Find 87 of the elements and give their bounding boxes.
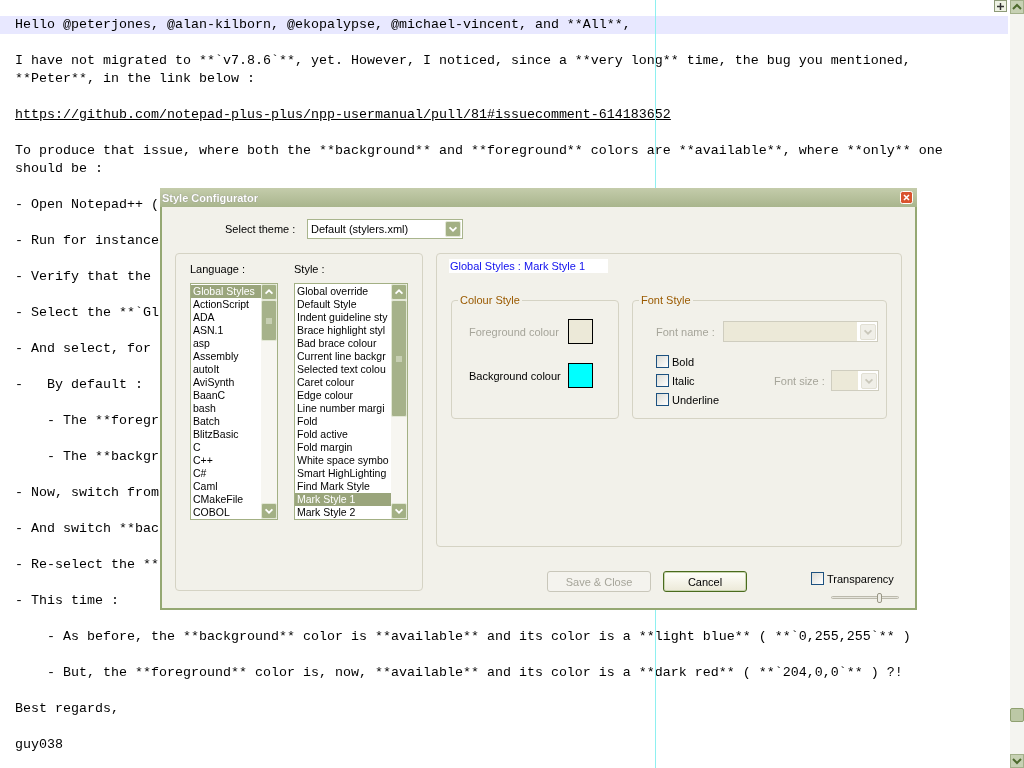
colour-label: Background colour: [469, 369, 562, 382]
slider-thumb[interactable]: [876, 593, 882, 603]
window-title: Style Configurator: [162, 191, 258, 204]
list-item[interactable]: Fold: [295, 415, 391, 428]
list-item[interactable]: Bad brace colour: [295, 337, 391, 350]
list-item[interactable]: Caml: [191, 480, 261, 493]
scroll-thumb[interactable]: [1010, 708, 1024, 722]
list-item[interactable]: Line number margi: [295, 402, 391, 415]
text-line: - And select, for: [14, 340, 151, 358]
text-line: - Open Notepad++ (: [14, 196, 159, 214]
list-item[interactable]: Fold margin: [295, 441, 391, 454]
list-item[interactable]: Brace highlight styl: [295, 324, 391, 337]
text-line: To produce that issue, where both the **background** and **foreground** colors are **available**, where **only** one: [14, 142, 943, 160]
list-item[interactable]: CMakeFile: [191, 493, 261, 506]
list-item[interactable]: Mark Style 2: [295, 506, 391, 519]
text-line: - The **backgr: [46, 448, 159, 466]
checkbox[interactable]: [656, 355, 669, 368]
close-icon[interactable]: [900, 191, 913, 204]
text-line: I have not migrated to **`v7.8.6`**, yet. However, I noticed, since a **very long** time, the bug you mentioned,: [14, 52, 911, 70]
list-item[interactable]: autoIt: [191, 363, 261, 376]
checkbox[interactable]: [656, 393, 669, 406]
list-item[interactable]: BaanC: [191, 389, 261, 402]
checkbox[interactable]: [656, 374, 669, 387]
list-box[interactable]: [294, 283, 408, 520]
list-item[interactable]: bash: [191, 402, 261, 415]
text-line: - The **foregr: [46, 412, 159, 430]
scrollbar[interactable]: [1010, 0, 1024, 768]
list-item[interactable]: C: [191, 441, 261, 454]
checkbox[interactable]: [811, 572, 824, 585]
list-item[interactable]: Global override: [295, 285, 391, 298]
list-item[interactable]: Fold active: [295, 428, 391, 441]
style-title: Global Styles : Mark Style 1: [449, 259, 608, 273]
text-line: Best regards,: [14, 700, 119, 718]
text-line: **Peter**, in the link below :: [14, 70, 255, 88]
list-box[interactable]: Global Styles ActionScript ADA ASN.1 asp Assembly autoIt AviSynth BaanC bash Batch BlitzBasic C C++ C# Caml CMakeFile COBOL: [190, 283, 278, 520]
checkbox-label: Bold: [672, 355, 695, 368]
text-line: - But, the **foreground** color is, now, **available** and its color is a **dark red** ( **`204,0,0`** ) ?!: [46, 664, 903, 682]
list-item[interactable]: asp: [191, 337, 261, 350]
dropdown-value: Default (stylers.xml): [310, 223, 410, 235]
plus-button[interactable]: [994, 0, 1007, 12]
text-line: should be :: [14, 160, 103, 178]
list-item[interactable]: Assembly: [191, 350, 261, 363]
text-line: - By default :: [14, 376, 143, 394]
group-title: Colour Style: [458, 294, 522, 306]
list-item[interactable]: AviSynth: [191, 376, 261, 389]
text-line: - Select the **`Gl: [14, 304, 159, 322]
list-label: Style :: [294, 263, 326, 277]
list-item[interactable]: ADA: [191, 311, 261, 324]
link[interactable]: https://github.com/notepad-plus-plus/npp-usermanual/pull/81#issuecomment-614183652: [0, 106, 671, 124]
list-item[interactable]: Indent guideline sty: [295, 311, 391, 324]
colour-swatch[interactable]: [568, 363, 593, 388]
field-label: Font size :: [774, 374, 826, 387]
list-item[interactable]: Batch: [191, 415, 261, 428]
list-item[interactable]: Caret colour: [295, 376, 391, 389]
list-item[interactable]: Current line backgr: [295, 350, 391, 363]
list-item[interactable]: C#: [191, 467, 261, 480]
theme-dropdown[interactable]: Default (stylers.xml): [307, 219, 463, 239]
theme-label: Select theme :: [225, 223, 297, 235]
list-item[interactable]: Selected text colou: [295, 363, 391, 376]
text-line: - And switch **bac: [14, 520, 159, 538]
text-line: - Verify that the: [14, 268, 151, 286]
list-item[interactable]: Default Style: [295, 298, 391, 311]
colour-label: Foreground colour: [469, 325, 560, 338]
checkbox-label: Underline: [672, 393, 720, 406]
list-item[interactable]: BlitzBasic: [191, 428, 261, 441]
text-line: - Now, switch from: [14, 484, 159, 502]
list-item[interactable]: ASN.1: [191, 324, 261, 337]
list-item[interactable]: Find Mark Style: [295, 480, 391, 493]
list-item[interactable]: Smart HighLighting: [295, 467, 391, 480]
text-line: guy038: [14, 736, 63, 754]
list-label: Language :: [190, 263, 247, 277]
text-line: - Re-select the **: [14, 556, 159, 574]
text-line: - This time :: [14, 592, 119, 610]
checkbox-label: Italic: [672, 374, 695, 387]
list-item[interactable]: White space symbo: [295, 454, 391, 467]
checkbox-label: Transparency: [827, 572, 894, 585]
group-title: Font Style: [639, 294, 693, 306]
scroll-up-icon[interactable]: [1010, 0, 1024, 14]
text-line: - As before, the **background** color is **available** and its color is a **light blue** ( **`0,255,255`** ): [46, 628, 911, 646]
dialog-button[interactable]: Cancel: [663, 571, 747, 592]
scroll-down-icon[interactable]: [1010, 754, 1024, 768]
list-item[interactable]: Edge colour: [295, 389, 391, 402]
text-line: - Run for instance: [14, 232, 159, 250]
list-item[interactable]: ActionScript: [191, 298, 261, 311]
field-label: Font name :: [656, 325, 716, 338]
list-item[interactable]: COBOL: [191, 506, 261, 519]
list-item[interactable]: C++: [191, 454, 261, 467]
